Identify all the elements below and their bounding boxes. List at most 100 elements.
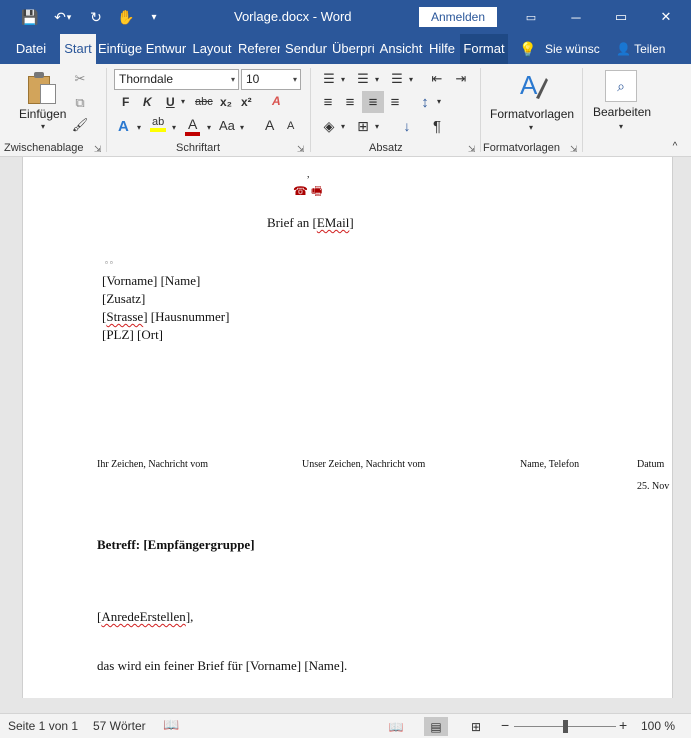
save-icon[interactable]: 💾 <box>16 0 44 34</box>
superscript-button[interactable]: x² <box>241 95 252 109</box>
sort-icon[interactable]: ↓ <box>398 116 416 136</box>
format-painter-icon[interactable]: 🖌 <box>71 116 89 134</box>
paste-icon[interactable] <box>28 72 58 106</box>
document-page[interactable]: , ☎ 🖷 Brief an [EMail] ▫ ▫ [Vorname] [Na… <box>22 157 673 698</box>
chevron-down-icon[interactable]: ▾ <box>137 123 141 132</box>
decrease-indent-icon[interactable]: ⇤ <box>428 70 446 88</box>
chevron-down-icon[interactable]: ▾ <box>434 94 444 108</box>
change-case-icon[interactable]: Aa <box>219 118 235 133</box>
text-effects-icon[interactable]: A <box>118 118 129 135</box>
paragraph-launcher-icon[interactable]: ⇲ <box>468 144 476 155</box>
strikethrough-button[interactable]: abc <box>195 96 213 108</box>
multilevel-list-icon[interactable]: ☰ <box>388 70 406 88</box>
zoom-in-button[interactable]: + <box>619 717 627 733</box>
editing-dropdown-icon[interactable]: ▾ <box>615 121 627 131</box>
paste-dropdown-icon[interactable]: ▾ <box>36 121 50 131</box>
minimize-button[interactable]: ─ <box>553 0 599 34</box>
info-header-date: Datum <box>637 459 665 470</box>
svg-text:A: A <box>520 70 538 100</box>
bold-button[interactable]: F <box>122 95 129 109</box>
tab-help[interactable]: Hilfe <box>426 34 458 64</box>
font-launcher-icon[interactable]: ⇲ <box>297 144 305 155</box>
redo-icon[interactable]: ↻ <box>82 0 110 34</box>
justify-icon[interactable]: ≡ <box>386 92 404 112</box>
align-center-icon[interactable]: ≡ <box>341 92 359 112</box>
zoom-level[interactable]: 100 % <box>641 719 675 733</box>
zoom-out-button[interactable]: − <box>501 717 509 733</box>
highlight-color-icon[interactable]: ab <box>150 116 167 132</box>
show-marks-icon[interactable]: ¶ <box>428 116 446 136</box>
undo-dropdown-icon[interactable]: ▾ <box>62 0 76 34</box>
tab-mailings[interactable]: Sendur <box>285 34 327 64</box>
font-color-icon[interactable]: A <box>185 116 201 136</box>
styles-button[interactable]: Formatvorlagen <box>490 107 574 121</box>
page-count[interactable]: Seite 1 von 1 <box>8 719 78 733</box>
tab-file[interactable]: Datei <box>8 34 54 64</box>
styles-dropdown-icon[interactable]: ▾ <box>525 122 537 132</box>
line-spacing-icon[interactable]: ↕ <box>416 92 434 112</box>
tab-home[interactable]: Start <box>60 34 96 64</box>
align-left-icon[interactable]: ≡ <box>319 92 337 112</box>
paste-button[interactable]: Einfügen <box>19 107 66 121</box>
numbering-icon[interactable]: ☰ <box>354 70 372 88</box>
cut-icon[interactable]: ✂ <box>71 70 89 88</box>
tab-references[interactable]: Referer <box>238 34 280 64</box>
chevron-down-icon[interactable]: ▾ <box>207 123 211 132</box>
collapse-ribbon-icon[interactable]: ^ <box>668 140 682 152</box>
sign-in-button[interactable]: Anmelden <box>419 7 497 27</box>
styles-icon[interactable]: A <box>518 70 548 102</box>
underline-button[interactable]: U <box>166 95 175 109</box>
touch-mode-icon[interactable]: ✋ <box>112 0 140 34</box>
font-name-combo[interactable]: Thorndale ▾ <box>114 69 239 90</box>
clipboard-launcher-icon[interactable]: ⇲ <box>94 144 102 155</box>
underline-dropdown-icon[interactable]: ▾ <box>181 97 185 106</box>
scrollbar-thumb[interactable] <box>682 157 688 713</box>
group-separator <box>310 68 311 152</box>
font-name-value: Thorndale <box>119 72 174 86</box>
borders-icon[interactable]: ⊞ <box>354 116 372 136</box>
tab-design[interactable]: Entwur <box>145 34 187 64</box>
share-button[interactable]: 👤 Teilen <box>616 34 665 64</box>
read-mode-icon[interactable]: 📖 <box>384 717 408 736</box>
grow-font-icon[interactable]: A <box>265 117 274 133</box>
clear-formatting-icon[interactable]: A <box>272 94 281 108</box>
word-count[interactable]: 57 Wörter <box>93 719 146 733</box>
shrink-font-icon[interactable]: A <box>287 120 294 132</box>
ribbon-display-options-icon[interactable]: ▭ <box>508 0 554 34</box>
tab-insert[interactable]: Einfüge <box>98 34 142 64</box>
proofing-icon[interactable]: 📖 <box>163 717 179 733</box>
chevron-down-icon[interactable]: ▾ <box>372 119 382 133</box>
copy-icon[interactable]: ⧉ <box>71 94 89 112</box>
lightbulb-icon[interactable]: 💡 <box>519 34 536 64</box>
italic-button[interactable]: K <box>143 95 152 109</box>
editing-button[interactable]: Bearbeiten <box>593 105 651 119</box>
subscript-button[interactable]: x₂ <box>220 95 232 109</box>
align-right-icon[interactable]: ≡ <box>362 91 384 113</box>
styles-launcher-icon[interactable]: ⇲ <box>570 144 578 155</box>
search-icon[interactable]: ⌕ <box>605 70 637 102</box>
bullets-icon[interactable]: ☰ <box>320 70 338 88</box>
chevron-down-icon[interactable]: ▾ <box>372 72 382 86</box>
tab-view[interactable]: Ansicht <box>379 34 423 64</box>
vertical-scrollbar[interactable] <box>679 157 691 713</box>
maximize-button[interactable]: ▭ <box>598 0 644 34</box>
chevron-down-icon[interactable]: ▾ <box>172 123 176 132</box>
chevron-down-icon[interactable]: ▾ <box>338 72 348 86</box>
street-field: Strasse <box>106 309 144 324</box>
tell-me-search[interactable]: Sie wünsc <box>545 34 600 64</box>
shading-icon[interactable]: ◈ <box>320 116 338 136</box>
chevron-down-icon[interactable]: ▾ <box>406 72 416 86</box>
letter-to-suffix: ] <box>349 215 354 230</box>
tab-format[interactable]: Format <box>460 34 508 64</box>
font-size-combo[interactable]: 10 ▾ <box>241 69 301 90</box>
chevron-down-icon[interactable]: ▾ <box>338 119 348 133</box>
increase-indent-icon[interactable]: ⇥ <box>452 70 470 88</box>
zoom-slider-thumb[interactable] <box>563 720 568 733</box>
tab-layout[interactable]: Layout <box>191 34 233 64</box>
chevron-down-icon[interactable]: ▾ <box>240 123 244 132</box>
close-button[interactable]: ✕ <box>643 0 689 34</box>
tab-review[interactable]: Überprü <box>332 34 374 64</box>
web-layout-icon[interactable]: ⊞ <box>464 717 488 736</box>
print-layout-icon[interactable]: ▤ <box>424 717 448 736</box>
customize-quick-access-icon[interactable]: ▾ <box>140 0 168 34</box>
